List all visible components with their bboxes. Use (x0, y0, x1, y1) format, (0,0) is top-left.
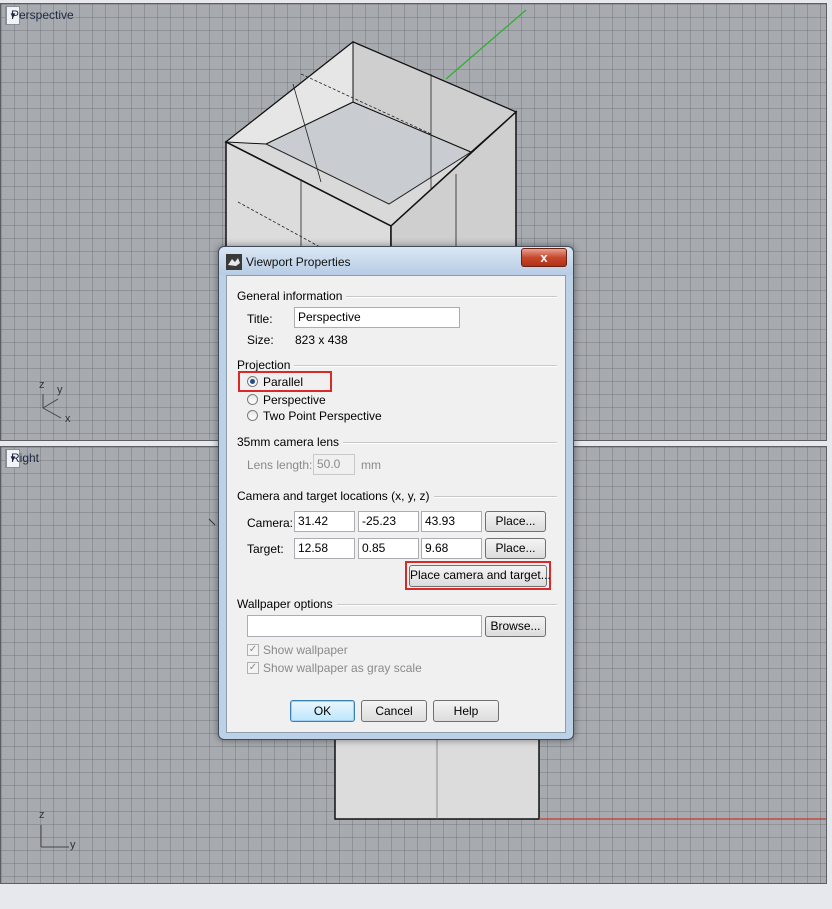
viewport-properties-dialog: Viewport Properties x General informatio… (218, 246, 574, 740)
viewport-title: Perspective (11, 8, 74, 22)
divider (413, 496, 557, 498)
projection-heading: Projection (237, 358, 295, 372)
help-button[interactable]: Help (433, 700, 499, 722)
size-value: 823 x 438 (295, 333, 348, 347)
size-label: Size: (247, 333, 274, 347)
dialog-title: Viewport Properties (246, 255, 351, 269)
camera-label: Camera: (247, 516, 294, 530)
camera-target-heading: Camera and target locations (x, y, z) (237, 489, 434, 503)
camera-z-input[interactable]: 43.93 (421, 511, 482, 532)
target-y-input[interactable]: 0.85 (358, 538, 419, 559)
lens-heading: 35mm camera lens (237, 435, 344, 449)
gray-scale-label: Show wallpaper as gray scale (263, 661, 422, 675)
parallel-radio[interactable] (247, 376, 258, 387)
right-viewport-tab[interactable]: Right ▼ (5, 449, 39, 468)
camera-y-input[interactable]: -25.23 (358, 511, 419, 532)
place-camera-button[interactable]: Place... (485, 511, 546, 532)
divider (339, 442, 557, 444)
status-strip (0, 884, 832, 909)
axis-y-label: y (57, 384, 63, 396)
wallpaper-heading: Wallpaper options (237, 597, 337, 611)
dialog-client-area: General information Title: Perspective S… (226, 275, 566, 733)
general-info-heading: General information (237, 289, 347, 303)
place-target-button[interactable]: Place... (485, 538, 546, 559)
two-point-perspective-radio[interactable] (247, 410, 258, 421)
show-wallpaper-label: Show wallpaper (263, 643, 348, 657)
show-wallpaper-checkbox[interactable]: ✓ (247, 644, 259, 656)
perspective-viewport-tab[interactable]: Perspective ▼ (5, 6, 74, 25)
target-label: Target: (247, 542, 284, 556)
axis-z-label: z (39, 809, 45, 821)
divider (325, 604, 557, 606)
place-camera-and-target-button[interactable]: Place camera and target... (409, 565, 551, 587)
axis-z-label: z (39, 379, 45, 391)
lens-length-label: Lens length: (247, 458, 313, 472)
title-input[interactable]: Perspective (294, 307, 460, 328)
perspective-radio[interactable] (247, 394, 258, 405)
wallpaper-file-input[interactable] (247, 615, 482, 637)
target-z-input[interactable]: 9.68 (421, 538, 482, 559)
parallel-label[interactable]: Parallel (263, 375, 303, 389)
axis-x-label: x (65, 413, 71, 425)
close-button[interactable]: x (521, 248, 567, 267)
divider (325, 296, 557, 298)
browse-button[interactable]: Browse... (485, 616, 546, 637)
ok-button[interactable]: OK (290, 700, 355, 722)
divider (287, 365, 557, 367)
cancel-button[interactable]: Cancel (361, 700, 427, 722)
viewport-title: Right (11, 451, 40, 465)
dialog-titlebar[interactable]: Viewport Properties x (219, 247, 573, 275)
perspective-label[interactable]: Perspective (263, 393, 326, 407)
target-x-input[interactable]: 12.58 (294, 538, 355, 559)
green-axis-line (445, 9, 527, 80)
two-point-perspective-label[interactable]: Two Point Perspective (263, 409, 382, 423)
title-label: Title: (247, 312, 273, 326)
axis-y-label: y (70, 839, 76, 851)
gray-scale-checkbox[interactable]: ✓ (247, 662, 259, 674)
lens-unit-label: mm (361, 458, 381, 472)
camera-x-input[interactable]: 31.42 (294, 511, 355, 532)
lens-length-input[interactable]: 50.0 (313, 454, 355, 475)
rhino-app-icon (226, 254, 242, 270)
